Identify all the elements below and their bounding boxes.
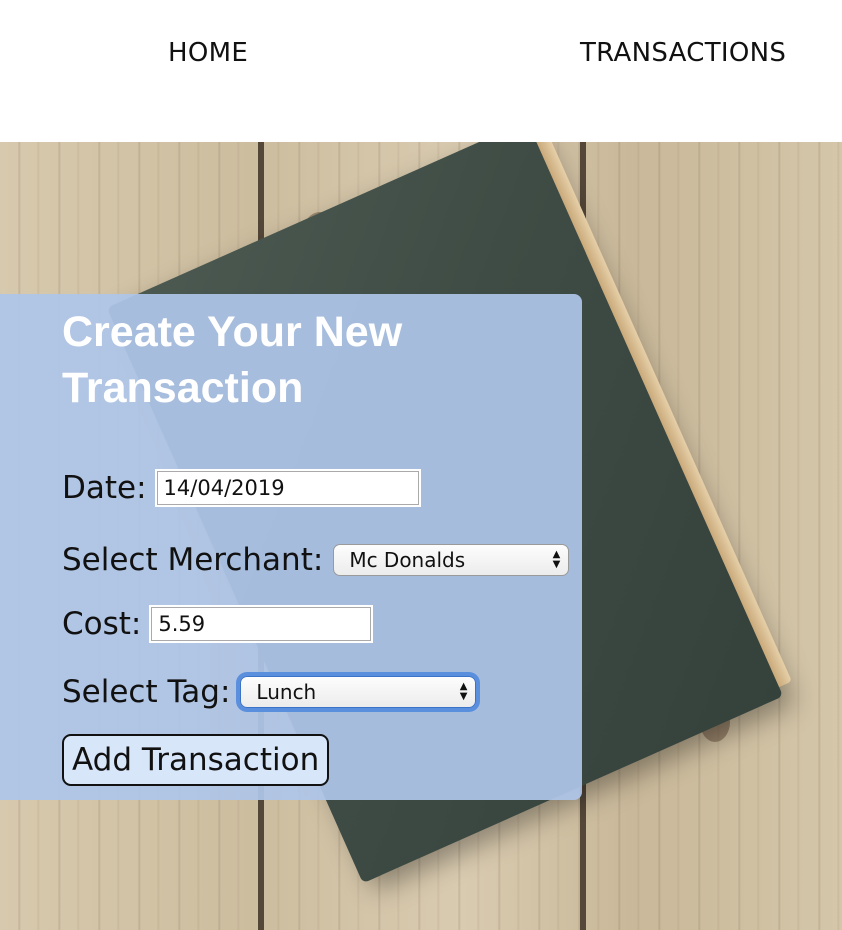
nav-link-transactions[interactable]: TRANSACTIONS xyxy=(580,38,786,68)
date-row: Date: 14/04/2019 xyxy=(62,469,421,507)
date-input[interactable]: 14/04/2019 xyxy=(154,469,421,507)
tag-selected-value: Lunch xyxy=(256,680,317,704)
cost-row: Cost: 5.59 xyxy=(62,605,374,643)
cost-label: Cost: xyxy=(62,606,142,642)
merchant-selected-value: Mc Donalds xyxy=(349,548,466,572)
merchant-row: Select Merchant: Mc Donalds ▲ ▼ xyxy=(62,542,570,578)
tag-row: Select Tag: Lunch ▲ ▼ xyxy=(62,674,477,710)
cost-input[interactable]: 5.59 xyxy=(149,605,374,643)
transaction-form-panel: Create Your New Transaction Date: 14/04/… xyxy=(0,294,582,800)
form-title: Create Your New Transaction xyxy=(62,308,403,412)
merchant-select[interactable]: Mc Donalds ▲ ▼ xyxy=(333,544,570,576)
top-navigation: HOME TRANSACTIONS xyxy=(0,0,842,142)
tag-label: Select Tag: xyxy=(62,674,231,710)
merchant-label: Select Merchant: xyxy=(62,542,324,578)
add-transaction-button[interactable]: Add Transaction xyxy=(62,734,330,786)
tag-select[interactable]: Lunch ▲ ▼ xyxy=(240,676,477,708)
date-label: Date: xyxy=(62,470,147,506)
select-arrows-icon: ▲ ▼ xyxy=(552,549,561,570)
nav-link-home[interactable]: HOME xyxy=(168,38,248,68)
select-arrows-icon: ▲ ▼ xyxy=(459,681,468,702)
